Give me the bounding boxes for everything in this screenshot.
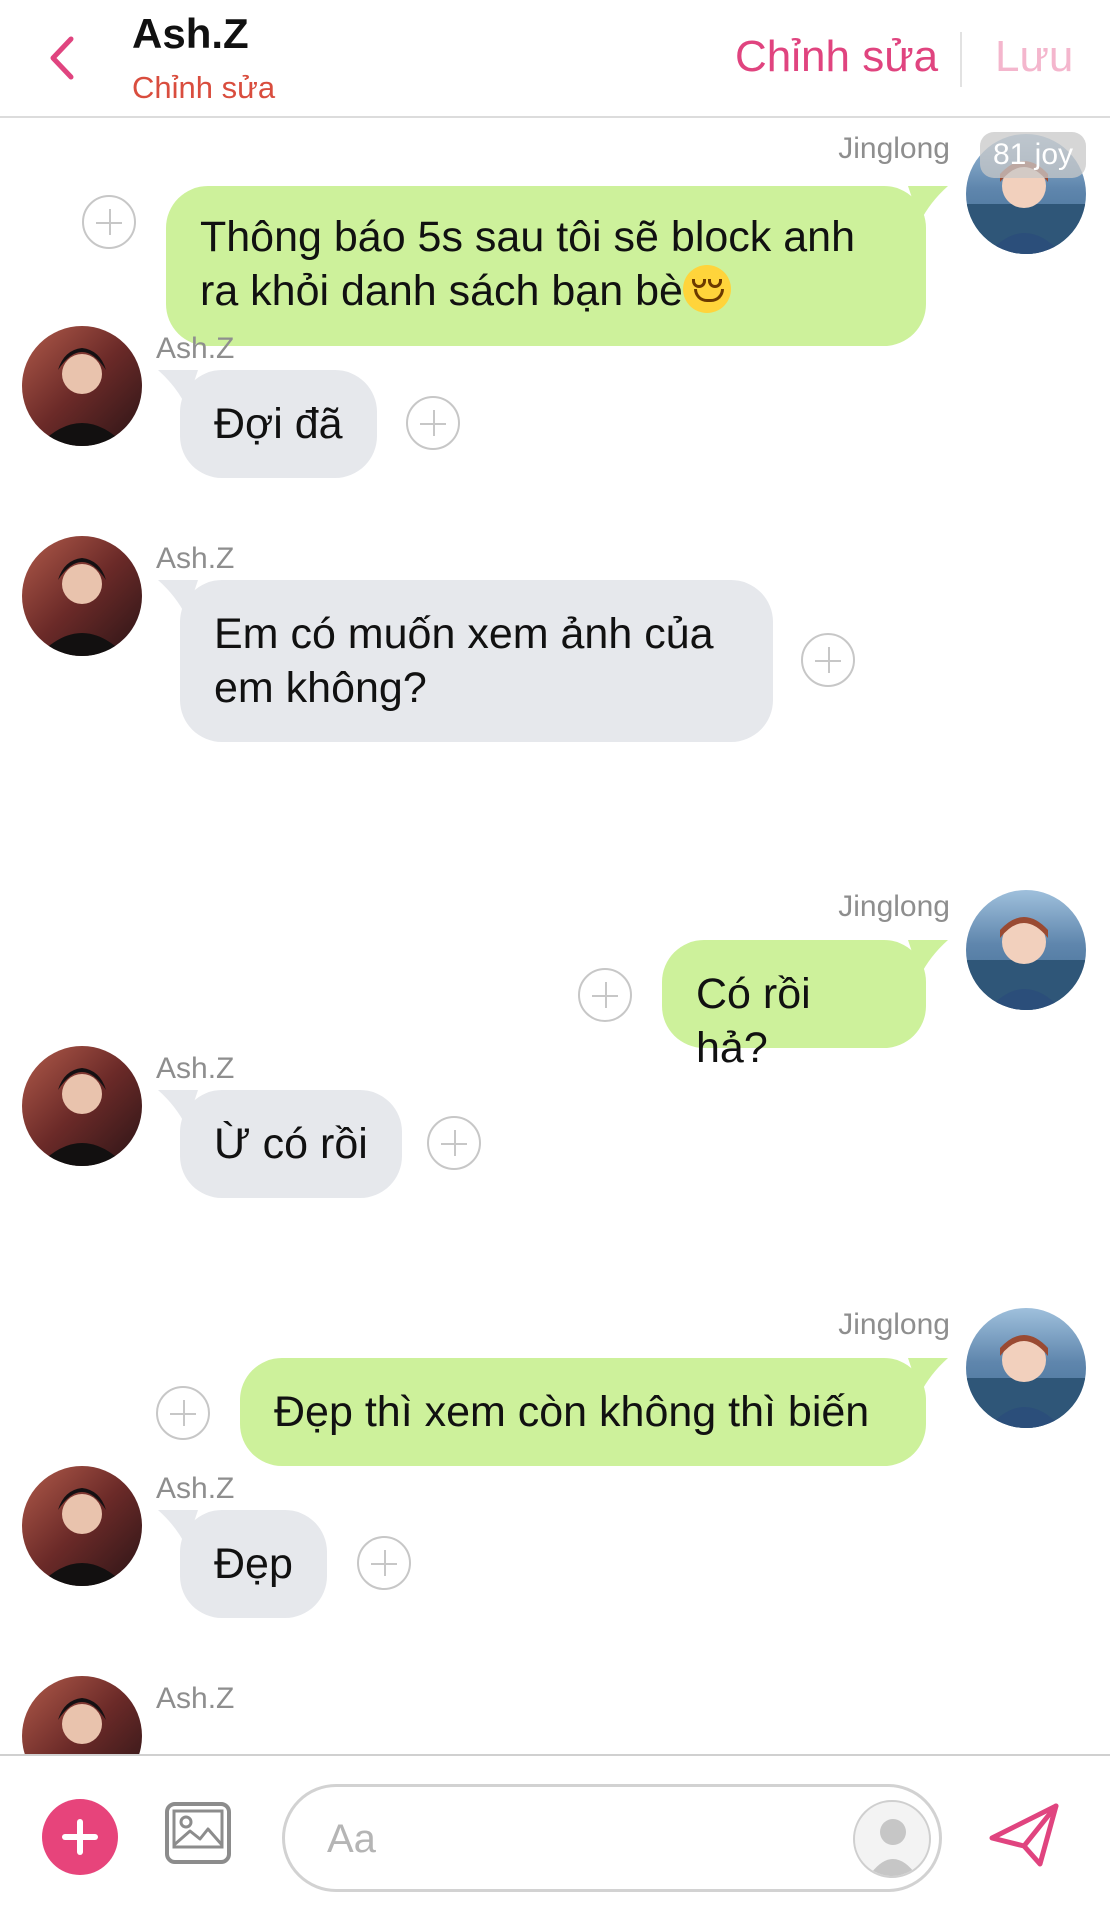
message-text: Ừ có rồi: [214, 1120, 368, 1168]
sender-name: Jinglong: [838, 132, 950, 165]
message-bubble[interactable]: Đẹp: [158, 1510, 327, 1618]
chevron-left-icon: [50, 36, 74, 80]
chat-subtitle: Chỉnh sửa: [132, 70, 276, 105]
message-bubble[interactable]: Em có muốn xem ảnh của em không?: [158, 580, 773, 742]
composer-bar: [0, 1754, 1110, 1920]
avatar-ash[interactable]: [22, 1676, 142, 1754]
sender-name: Jinglong: [838, 890, 950, 923]
message-bubble[interactable]: Đợi đã: [158, 370, 377, 478]
edit-button[interactable]: Chỉnh sửa: [735, 32, 938, 82]
bubble-tail: [908, 1358, 948, 1394]
avatar-ash[interactable]: [22, 1466, 142, 1586]
chat-header: Ash.Z Chỉnh sửa Chỉnh sửa Lưu: [0, 0, 1110, 118]
person-silhouette-icon: [869, 1819, 917, 1876]
image-button[interactable]: [164, 1801, 232, 1870]
jinglong-avatar-image: [966, 890, 1086, 1010]
message-text: Đẹp thì xem còn không thì biến: [274, 1388, 870, 1436]
message-text: Đẹp: [214, 1540, 293, 1588]
image-icon: [165, 1802, 231, 1864]
bubble-tail: [158, 580, 198, 616]
add-reaction-button[interactable]: [801, 633, 855, 687]
message-bubble[interactable]: Có rồi hả?: [662, 940, 948, 1072]
jinglong-avatar-image: [966, 1308, 1086, 1428]
message-incoming: Ash.Z: [0, 1676, 1110, 1754]
add-reaction-button[interactable]: [357, 1536, 411, 1590]
message-bubble[interactable]: Ừ có rồi: [158, 1090, 402, 1198]
smiling-face-icon: [682, 265, 731, 313]
sender-name: Ash.Z: [156, 1472, 235, 1505]
ash-avatar-image: [22, 536, 142, 656]
add-reaction-button[interactable]: [578, 968, 632, 1022]
avatar-ash[interactable]: [22, 1046, 142, 1166]
message-list[interactable]: Jinglong 81 joy Thông báo 5s sau tôi sẽ …: [0, 120, 1110, 1754]
ash-avatar-image: [22, 326, 142, 446]
message-incoming: Ash.Z Ừ có rồi: [0, 1046, 1110, 1198]
sender-name: Ash.Z: [156, 542, 235, 575]
message-bubble[interactable]: Thông báo 5s sau tôi sẽ block anh ra khỏ…: [166, 186, 948, 346]
message-outgoing: Jinglong Có rồi hả?: [0, 864, 1110, 1072]
add-reaction-button[interactable]: [82, 195, 136, 249]
sender-name: Jinglong: [838, 1308, 950, 1341]
ash-avatar-image: [22, 1046, 142, 1166]
bubble-tail: [908, 186, 948, 222]
message-input[interactable]: [325, 1807, 829, 1871]
add-reaction-button[interactable]: [427, 1116, 481, 1170]
avatar-jinglong[interactable]: [966, 1308, 1086, 1428]
bubble-tail: [908, 940, 948, 976]
add-reaction-button[interactable]: [406, 396, 460, 450]
back-button[interactable]: [40, 30, 84, 86]
paper-plane-icon: [989, 1803, 1059, 1867]
message-incoming: Ash.Z Em có muốn xem ảnh của em không?: [0, 536, 1110, 742]
ash-avatar-image: [22, 1466, 142, 1586]
sender-name: Ash.Z: [156, 1682, 235, 1715]
sender-name: Ash.Z: [156, 332, 235, 365]
message-input-box[interactable]: [282, 1784, 942, 1892]
message-text: Đợi đã: [214, 400, 343, 448]
bubble-tail: [158, 1090, 198, 1126]
add-reaction-button[interactable]: [156, 1386, 210, 1440]
bubble-tail: [158, 370, 198, 406]
save-button[interactable]: Lưu: [995, 32, 1073, 82]
message-text-line: Thông báo 5s sau tôi sẽ block anh: [200, 213, 855, 261]
message-text-line: Em có muốn xem ảnh của: [214, 610, 714, 658]
send-button[interactable]: [988, 1800, 1062, 1875]
message-text-line: ra khỏi danh sách bạn bè: [200, 264, 892, 318]
overlay-tag: 81 joy: [980, 132, 1086, 178]
message-bubble[interactable]: Đẹp thì xem còn không thì biến: [240, 1358, 948, 1466]
header-divider: [960, 32, 962, 87]
avatar-jinglong[interactable]: [966, 890, 1086, 1010]
plus-icon[interactable]: [42, 1799, 118, 1875]
avatar-ash[interactable]: [22, 326, 142, 446]
bubble-tail: [158, 1510, 198, 1546]
message-incoming: Ash.Z Đợi đã: [0, 326, 1110, 478]
sender-name: Ash.Z: [156, 1052, 235, 1085]
avatar-ash[interactable]: [22, 536, 142, 656]
chat-title: Ash.Z: [132, 10, 249, 57]
ash-avatar-image: [22, 1676, 142, 1754]
message-outgoing: Jinglong 81 joy Thông báo 5s sau tôi sẽ …: [0, 120, 1110, 346]
message-incoming: Ash.Z Đẹp: [0, 1466, 1110, 1618]
avatar-placeholder-icon[interactable]: [853, 1800, 931, 1878]
message-outgoing: Jinglong Đẹp thì xem còn không thì biến: [0, 1282, 1110, 1466]
message-text-line: em không?: [214, 664, 427, 712]
